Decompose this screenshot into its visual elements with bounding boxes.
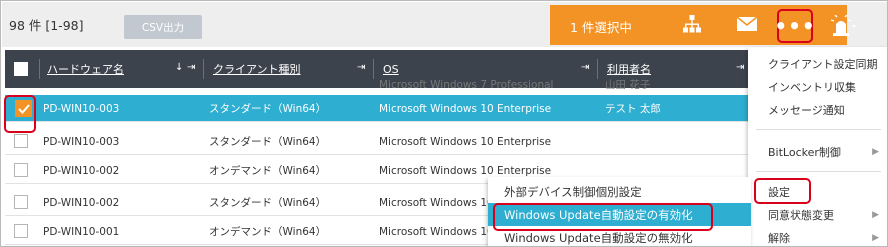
pin-icon[interactable]: ⇥ [736, 62, 744, 73]
column-divider [39, 59, 40, 79]
menu-item-label: 解除 [768, 232, 790, 245]
chevron-right-icon: ▶ [872, 233, 879, 243]
table-row[interactable]: PD-WIN10-003 スタンダード（Win64） Microsoft Win… [5, 128, 762, 155]
os-cell: Microsoft Windows 10 Enterprise [379, 102, 552, 115]
table-row-partial: Microsoft Windows 7 Professional 山田 花子 [5, 77, 762, 90]
menu-item-label: 同意状態変更 [768, 209, 834, 222]
menu-item-release[interactable]: 解除 ▶ [748, 227, 887, 246]
menu-item-consent-change[interactable]: 同意状態変更 ▶ [748, 204, 887, 226]
org-tree-icon[interactable] [681, 13, 703, 35]
sort-arrow-icon[interactable]: ↓ [175, 62, 183, 73]
column-divider [373, 59, 374, 79]
menu-item-bitlocker[interactable]: BitLocker制御 ▶ [748, 141, 887, 163]
client-type-cell: スタンダード（Win64） [209, 136, 327, 148]
menu-item-label: メッセージ通知 [768, 104, 845, 117]
menu-item-label: インベントリ収集 [768, 81, 856, 94]
hardware-name-cell: PD-WIN10-003 [43, 135, 120, 148]
alarm-icon[interactable] [823, 9, 863, 43]
mail-icon[interactable] [736, 13, 758, 35]
column-divider [597, 59, 598, 79]
menu-item-client-settings-sync[interactable]: クライアント設定同期 [748, 53, 887, 75]
record-count: 98 件 [1-98] [9, 18, 84, 33]
row-checkbox[interactable] [14, 163, 28, 177]
row-checkbox[interactable] [14, 134, 28, 148]
row-checkbox[interactable] [14, 195, 28, 209]
selection-count: 1 件選択中 [570, 20, 632, 35]
hardware-name-cell: PD-WIN10-003 [43, 102, 120, 115]
client-type-cell: スタンダード（Win64） [209, 103, 327, 115]
table-row[interactable]: PD-WIN10-003 スタンダード（Win64） Microsoft Win… [5, 95, 762, 122]
chevron-right-icon: ▶ [872, 147, 879, 157]
selection-highlight [4, 95, 36, 133]
user-cell: 山田 花子 [605, 79, 651, 89]
hardware-name-cell: PD-WIN10-002 [43, 164, 120, 177]
menu-item-message-notify[interactable]: メッセージ通知 [748, 99, 887, 121]
column-divider [203, 59, 204, 79]
pin-icon[interactable]: ⇥ [187, 62, 195, 73]
menu-divider [756, 171, 881, 172]
client-type-cell: オンデマンド（Win64） [209, 165, 327, 177]
select-all-checkbox[interactable] [14, 62, 28, 76]
settings-highlight [754, 178, 811, 204]
device-list-window: 98 件 [1-98] CSV出力 1 件選択中 ••• ハードウェア名 ↓ ⇥… [0, 0, 888, 247]
pin-icon[interactable]: ⇥ [357, 62, 365, 73]
hardware-name-cell: PD-WIN10-001 [43, 225, 120, 238]
windows-update-enable-highlight [493, 203, 713, 231]
csv-export-button[interactable]: CSV出力 [124, 15, 202, 39]
menu-item-inventory-collection[interactable]: インベントリ収集 [748, 76, 887, 98]
menu-divider [756, 129, 881, 130]
submenu-item-external-device-control[interactable]: 外部デバイス制御個別設定 [488, 180, 751, 203]
more-dots-icon[interactable]: ••• [774, 9, 815, 43]
more-actions-menu: クライアント設定同期 インベントリ収集 メッセージ通知 BitLocker制御 ▶… [748, 47, 887, 246]
menu-item-label: BitLocker制御 [768, 146, 841, 159]
user-cell: テスト 太郎 [605, 103, 661, 115]
row-checkbox[interactable] [14, 224, 28, 238]
os-cell: Microsoft Windows 7 Professional [379, 78, 554, 90]
client-type-cell: オンデマンド（Win64） [209, 226, 327, 238]
os-cell: Microsoft Windows 10 Enterprise [379, 135, 552, 148]
pin-icon[interactable]: ⇥ [581, 62, 589, 73]
client-type-cell: スタンダード（Win64） [209, 197, 327, 209]
hardware-name-cell: PD-WIN10-002 [43, 196, 120, 209]
menu-item-label: クライアント設定同期 [768, 58, 878, 71]
chevron-right-icon: ▶ [872, 210, 879, 220]
